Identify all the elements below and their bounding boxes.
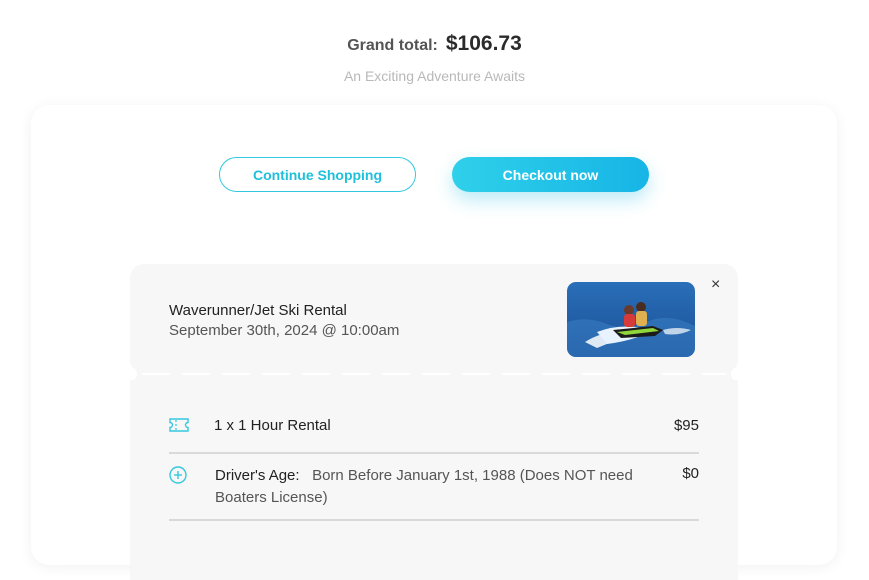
cart-item: Waverunner/Jet Ski Rental September 30th… bbox=[130, 264, 738, 374]
grand-total-value: $106.73 bbox=[445, 32, 522, 55]
addon-row: Driver's Age: Born Before January 1st, 1… bbox=[169, 458, 699, 521]
order-summary: Grand total: $106.73 An Exciting Adventu… bbox=[0, 32, 869, 84]
cart-item-details: 1 x 1 Hour Rental $95 Driver's Age: Born… bbox=[130, 380, 738, 580]
jet-ski-photo bbox=[567, 282, 695, 357]
cart-item-title: Waverunner/Jet Ski Rental bbox=[169, 302, 347, 319]
grand-total: Grand total: $106.73 bbox=[0, 32, 869, 56]
cart-actions: Continue Shopping Checkout now bbox=[31, 157, 837, 192]
grand-total-label: Grand total: bbox=[347, 37, 438, 54]
plus-circle-icon bbox=[169, 466, 187, 489]
line-item-row: 1 x 1 Hour Rental $95 bbox=[169, 412, 699, 454]
ticket-icon bbox=[169, 418, 189, 437]
line-item-label: 1 x 1 Hour Rental bbox=[214, 417, 331, 434]
cart-card: Continue Shopping Checkout now Waverunne… bbox=[31, 105, 837, 580]
addon-description: Driver's Age: Born Before January 1st, 1… bbox=[215, 465, 647, 509]
jet-ski-image bbox=[567, 282, 695, 357]
checkout-now-button[interactable]: Checkout now bbox=[452, 157, 649, 192]
addon-key: Driver's Age: bbox=[215, 467, 308, 484]
remove-item-close-icon[interactable]: × bbox=[711, 276, 720, 294]
ticket-perforation-divider bbox=[130, 367, 738, 381]
tagline: An Exciting Adventure Awaits bbox=[343, 68, 526, 84]
cart-item-date: September 30th, 2024 @ 10:00am bbox=[169, 322, 400, 339]
continue-shopping-button[interactable]: Continue Shopping bbox=[219, 157, 416, 192]
addon-price: $0 bbox=[682, 465, 699, 482]
line-item-price: $95 bbox=[673, 417, 699, 434]
